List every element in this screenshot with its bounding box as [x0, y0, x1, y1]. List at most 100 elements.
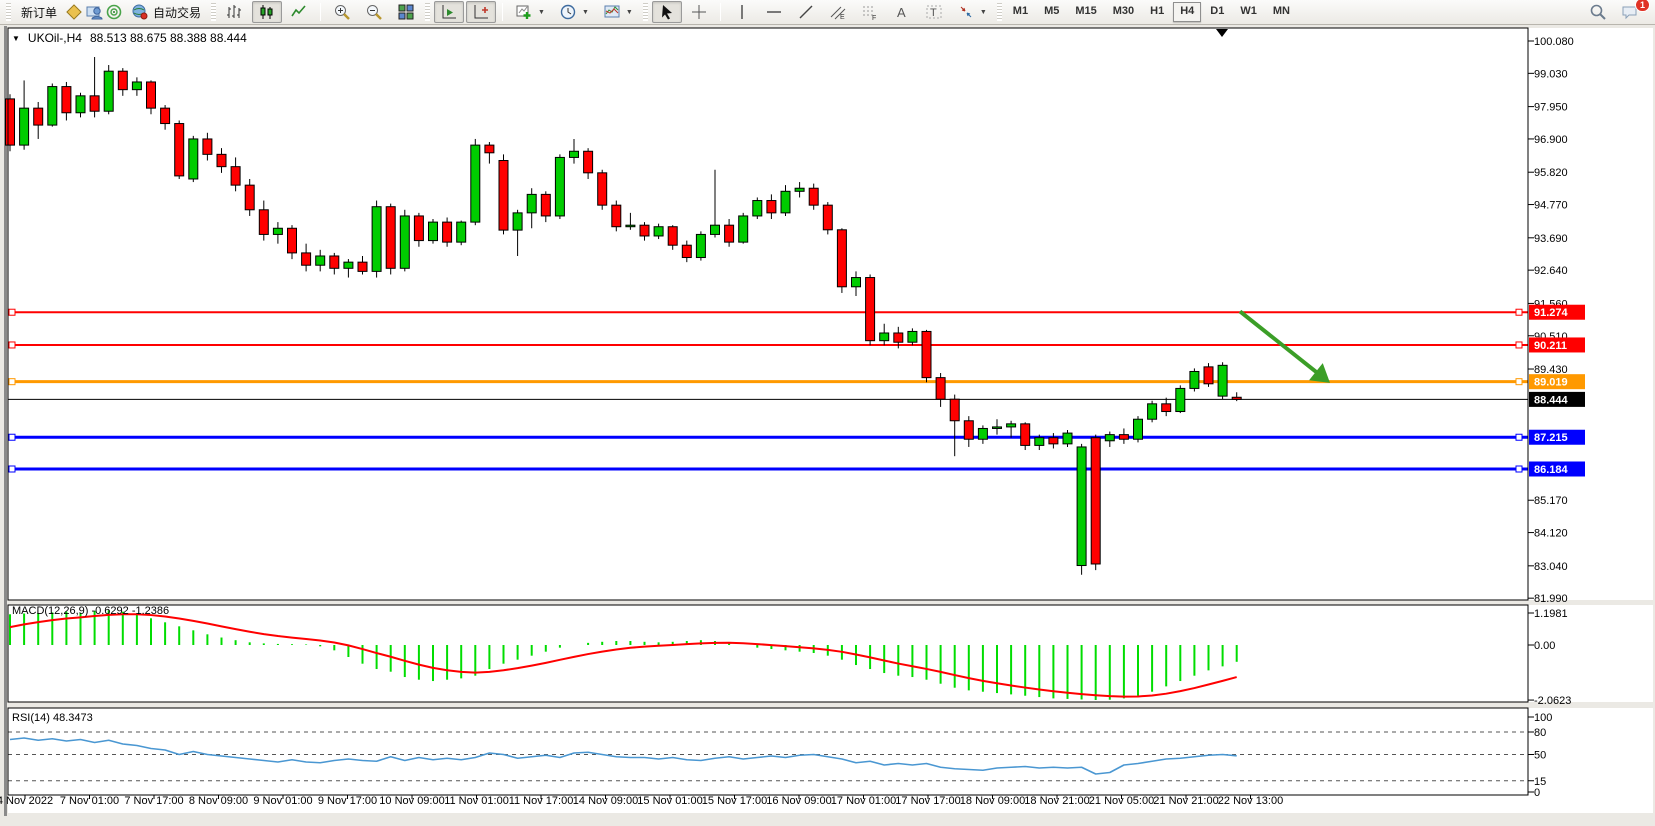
macd-indicator-label: MACD(12,26,9) -0.6292 -1.2386 — [12, 605, 169, 617]
symbol-dropdown-icon[interactable]: ▼ — [12, 34, 20, 43]
time-tick-label: 9 Nov 01:00 — [253, 795, 312, 807]
line-anchor-handle[interactable] — [1516, 466, 1522, 472]
line-chart-button[interactable] — [284, 1, 314, 23]
label-icon: T — [925, 3, 943, 21]
channel-button[interactable]: E — [823, 1, 853, 23]
candle-up — [696, 234, 705, 257]
candle-down — [288, 228, 297, 253]
candle-up — [1077, 447, 1086, 566]
candle-down — [485, 145, 494, 153]
add-indicator-button[interactable]: ▼ — [509, 1, 551, 23]
auto-scroll-icon — [440, 3, 458, 21]
rsi-tick-label: 50 — [1534, 750, 1546, 762]
arrows-button[interactable]: ▼ — [951, 1, 993, 23]
new-order-button[interactable]: 新订单 — [15, 1, 63, 23]
timeframe-m5-button[interactable]: M5 — [1037, 2, 1066, 22]
templates-button[interactable]: ▼ — [597, 1, 639, 23]
trendline-button[interactable] — [791, 1, 821, 23]
fibonacci-button[interactable]: F — [855, 1, 885, 23]
zoom-out-button[interactable] — [359, 1, 389, 23]
notifications-button[interactable]: 1 — [1615, 1, 1645, 23]
fibonacci-icon: F — [861, 3, 879, 21]
candle-down — [499, 161, 508, 231]
timeframe-m15-button[interactable]: M15 — [1068, 2, 1103, 22]
candle-up — [753, 201, 762, 216]
tile-windows-button[interactable] — [391, 1, 421, 23]
line-anchor-handle[interactable] — [9, 466, 15, 472]
price-tick-label: 95.820 — [1534, 167, 1568, 179]
chart-title: ▼ UKOil-,H4 88.513 88.675 88.388 88.444 — [12, 31, 247, 45]
timeframe-w1-button[interactable]: W1 — [1233, 2, 1264, 22]
line-anchor-handle[interactable] — [9, 309, 15, 315]
candle-up — [1105, 435, 1114, 441]
candlestick-chart-icon — [258, 3, 276, 21]
candle-up — [1007, 424, 1016, 427]
timeframe-d1-button[interactable]: D1 — [1203, 2, 1231, 22]
candle-up — [993, 427, 1002, 429]
candle-down — [414, 216, 423, 241]
search-button[interactable] — [1583, 1, 1613, 23]
text-label-button[interactable]: T — [919, 1, 949, 23]
zoom-in-button[interactable] — [327, 1, 357, 23]
periods-button[interactable]: ▼ — [553, 1, 595, 23]
text-button[interactable]: A — [887, 1, 917, 23]
candle-up — [1063, 433, 1072, 444]
toolbar-grip — [6, 3, 11, 21]
line-anchor-handle[interactable] — [1516, 342, 1522, 348]
candle-up — [20, 108, 29, 145]
line-anchor-handle[interactable] — [1516, 434, 1522, 440]
diamond-icon[interactable] — [65, 3, 83, 21]
autotrading-button[interactable]: 自动交易 — [125, 1, 207, 23]
candle-up — [1035, 438, 1044, 446]
bar-chart-button[interactable] — [220, 1, 250, 23]
candle-down — [964, 421, 973, 439]
candle-down — [1204, 367, 1213, 384]
auto-scroll-button[interactable] — [434, 1, 464, 23]
time-tick-label: 9 Nov 17:00 — [318, 795, 377, 807]
horizontal-line-button[interactable] — [759, 1, 789, 23]
line-anchor-handle[interactable] — [1516, 309, 1522, 315]
candle-up — [132, 82, 141, 90]
toolbar: 新订单自动交易▼▼▼EFAT▼M1M5M15M30H1H4D1W1MN1 — [0, 0, 1655, 25]
price-tick-label: 84.120 — [1534, 528, 1568, 540]
chart-canvas[interactable]: 100.08099.03097.95096.90095.82094.77093.… — [0, 26, 1655, 826]
rsi-tick-label: 80 — [1534, 727, 1546, 739]
candle-up — [76, 96, 85, 113]
line-anchor-handle[interactable] — [9, 379, 15, 385]
chart-shift-button[interactable] — [466, 1, 496, 23]
timeframe-h4-button[interactable]: H4 — [1173, 2, 1201, 22]
vertical-line-button[interactable] — [727, 1, 757, 23]
candle-down — [302, 253, 311, 265]
toolbar-separator — [320, 3, 321, 21]
signal-icon[interactable] — [105, 3, 123, 21]
candlestick-chart-button[interactable] — [252, 1, 282, 23]
candle-down — [62, 87, 71, 113]
timeframe-h1-button[interactable]: H1 — [1143, 2, 1171, 22]
candle-down — [894, 333, 903, 342]
candle-down — [823, 205, 832, 230]
line-anchor-handle[interactable] — [9, 342, 15, 348]
bar-chart-icon — [226, 3, 244, 21]
candle-down — [231, 167, 240, 185]
time-axis[interactable]: 4 Nov 20227 Nov 01:007 Nov 17:008 Nov 09… — [0, 795, 1283, 807]
rsi-tick-label: 0 — [1534, 787, 1540, 799]
crosshair-button[interactable] — [684, 1, 714, 23]
line-anchor-handle[interactable] — [1516, 379, 1522, 385]
candle-up — [400, 216, 409, 268]
candle-down — [598, 173, 607, 205]
price-tick-label: 81.990 — [1534, 593, 1568, 605]
chart-window[interactable]: 100.08099.03097.95096.90095.82094.77093.… — [0, 26, 1655, 816]
user-chart-icon[interactable] — [85, 3, 103, 21]
timeframe-m30-button[interactable]: M30 — [1106, 2, 1141, 22]
candle-down — [118, 71, 127, 89]
candle-down — [330, 256, 339, 268]
macd-pane-bg — [8, 605, 1653, 702]
toolbar-separator — [502, 3, 503, 21]
rsi-tick-label: 15 — [1534, 776, 1546, 788]
svg-text:F: F — [872, 15, 876, 21]
line-anchor-handle[interactable] — [9, 434, 15, 440]
timeframe-m1-button[interactable]: M1 — [1006, 2, 1035, 22]
timeframe-mn-button[interactable]: MN — [1266, 2, 1297, 22]
cursor-button[interactable] — [652, 1, 682, 23]
candle-up — [429, 222, 438, 240]
